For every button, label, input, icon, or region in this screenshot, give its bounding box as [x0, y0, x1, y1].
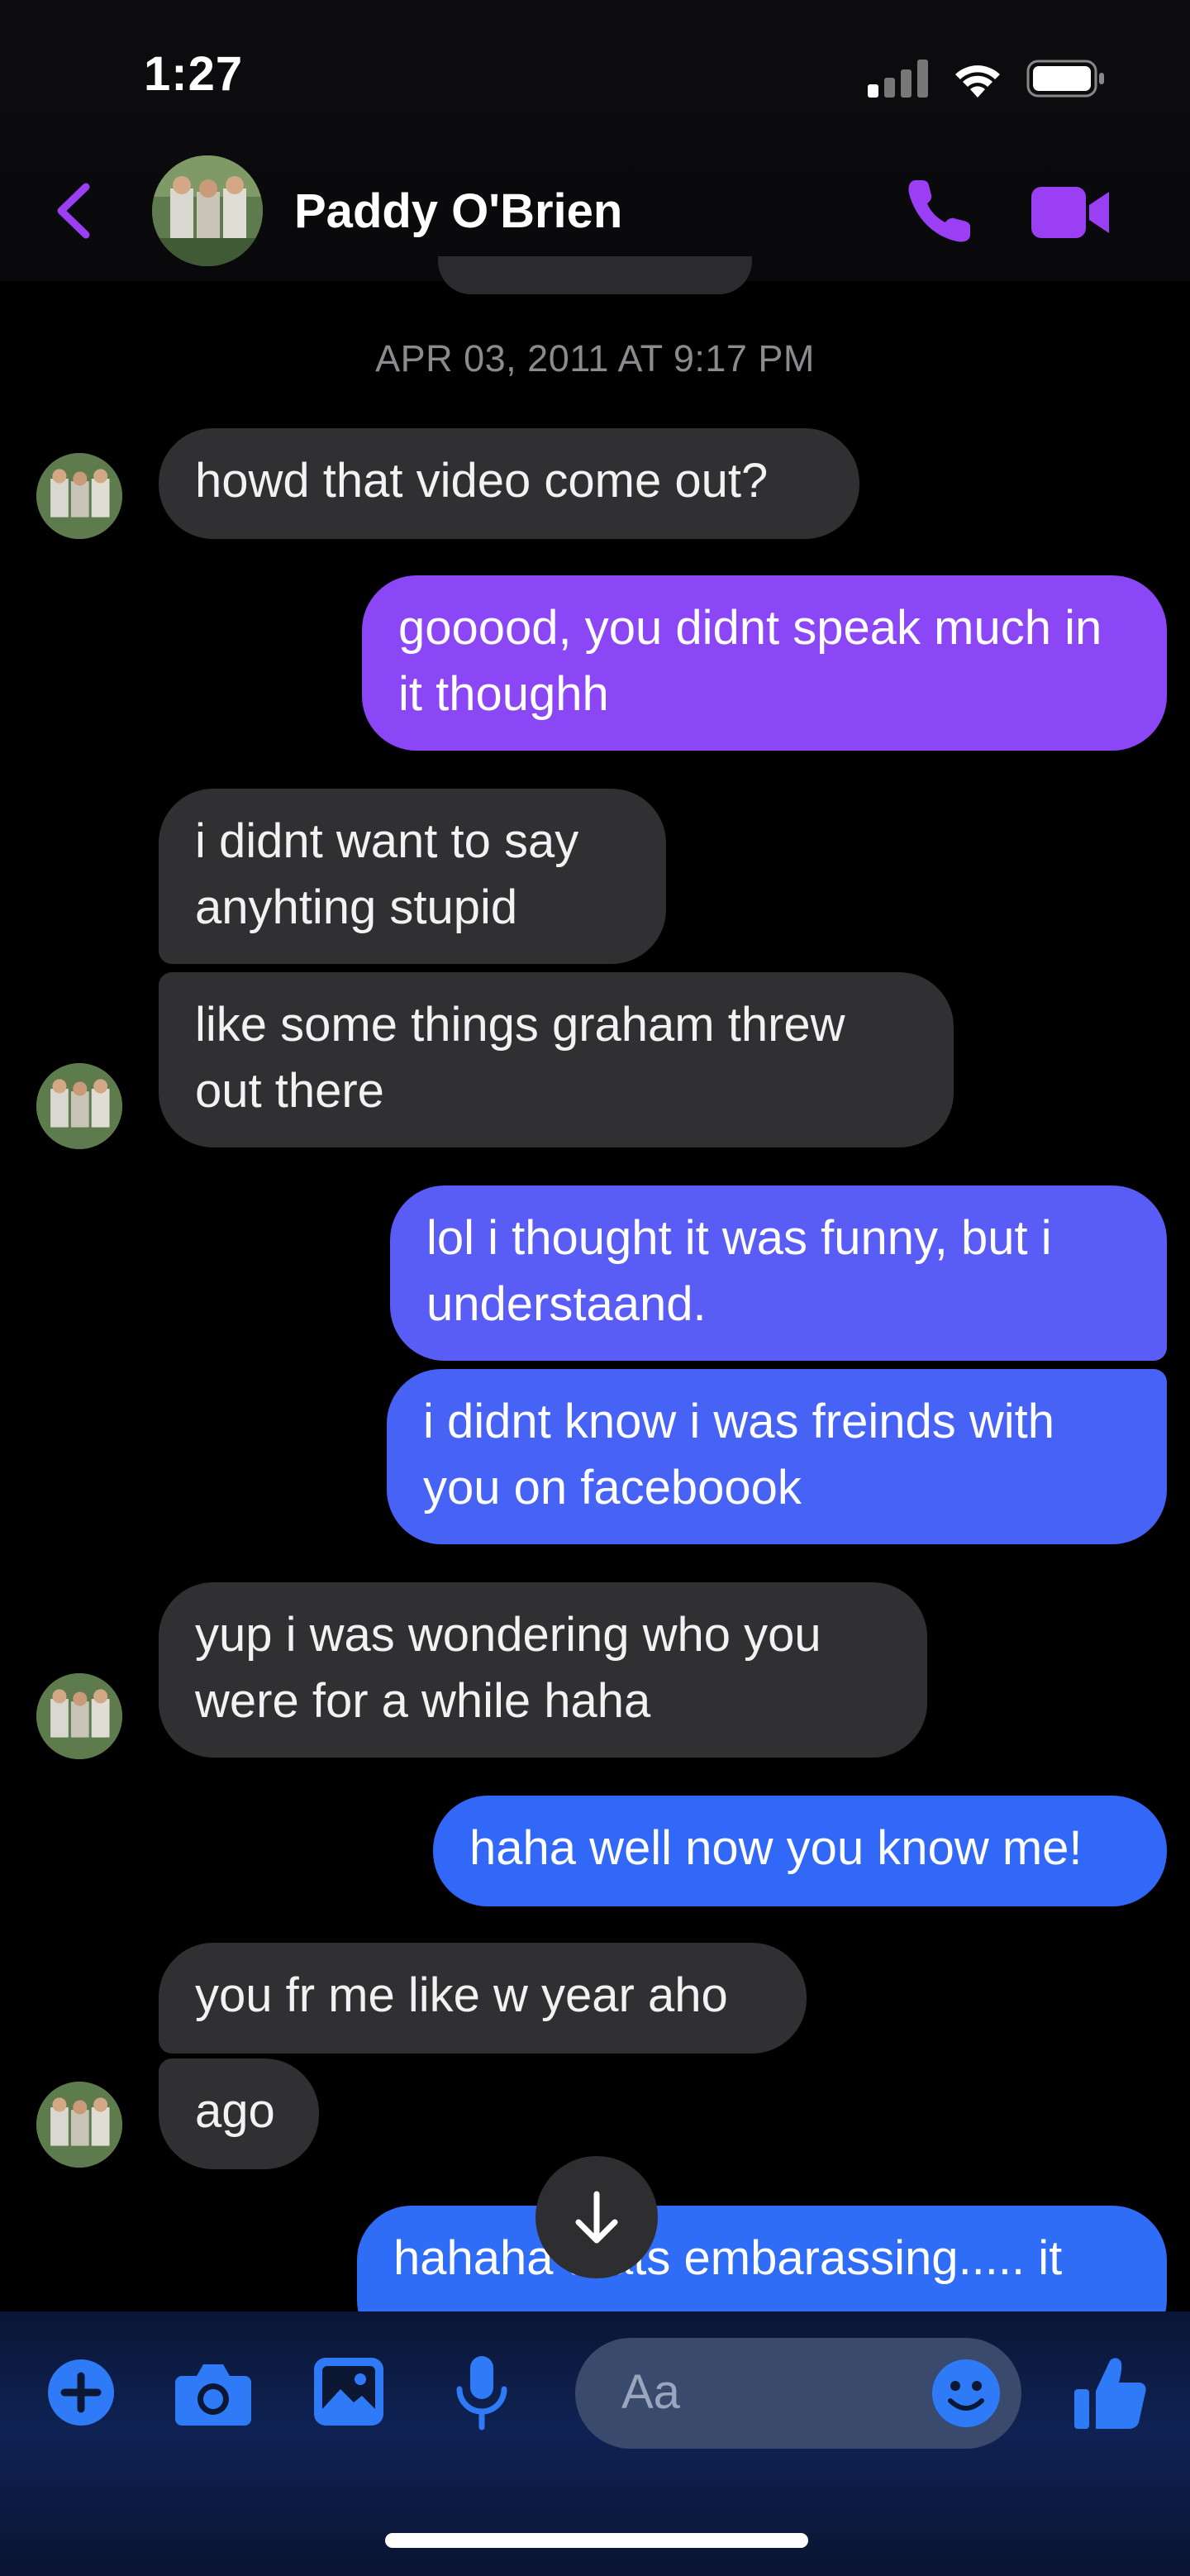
- sender-avatar[interactable]: [36, 2082, 122, 2168]
- message-outgoing[interactable]: lol i thought it was funny, but i unders…: [390, 1185, 1167, 1361]
- signal-icon: [868, 60, 931, 98]
- message-incoming[interactable]: ago: [159, 2058, 319, 2169]
- battery-icon: [1026, 60, 1106, 98]
- conversation-timestamp: APR 03, 2011 AT 9:17 PM: [375, 337, 815, 379]
- sender-avatar[interactable]: [36, 453, 122, 539]
- message-outgoing[interactable]: haha well now you know me!: [433, 1796, 1167, 1906]
- thumbs-up-icon[interactable]: [1073, 2353, 1147, 2432]
- message-incoming[interactable]: you fr me like w year aho: [159, 1943, 807, 2054]
- emoji-icon[interactable]: [931, 2358, 1002, 2429]
- message-incoming[interactable]: yup i was wondering who you were for a w…: [159, 1582, 927, 1758]
- message-input-placeholder: Aa: [621, 2365, 680, 2419]
- video-call-icon[interactable]: [1030, 184, 1112, 241]
- contact-avatar[interactable]: [152, 155, 263, 266]
- status-time: 1:27: [144, 47, 244, 101]
- previous-message-peek: [438, 256, 752, 294]
- arrow-down-icon: [575, 2191, 618, 2244]
- plus-icon[interactable]: [46, 2358, 116, 2427]
- wifi-icon: [952, 56, 1003, 99]
- phone-call-icon[interactable]: [904, 175, 975, 246]
- camera-icon[interactable]: [174, 2358, 253, 2427]
- microphone-icon[interactable]: [455, 2353, 509, 2432]
- home-indicator: [385, 2533, 808, 2548]
- message-incoming[interactable]: like some things graham threw out there: [159, 972, 954, 1147]
- message-incoming[interactable]: i didnt want to say anyhting stupid: [159, 789, 666, 964]
- scroll-to-bottom-button[interactable]: [536, 2156, 658, 2278]
- sender-avatar[interactable]: [36, 1063, 122, 1149]
- message-outgoing[interactable]: gooood, you didnt speak much in it thoug…: [362, 575, 1167, 751]
- contact-name[interactable]: Paddy O'Brien: [294, 184, 622, 239]
- sender-avatar[interactable]: [36, 1673, 122, 1759]
- back-chevron-icon[interactable]: [50, 182, 98, 240]
- message-outgoing[interactable]: i didnt know i was freinds with you on f…: [387, 1369, 1167, 1544]
- message-incoming[interactable]: howd that video come out?: [159, 428, 859, 539]
- photo-gallery-icon[interactable]: [312, 2356, 385, 2427]
